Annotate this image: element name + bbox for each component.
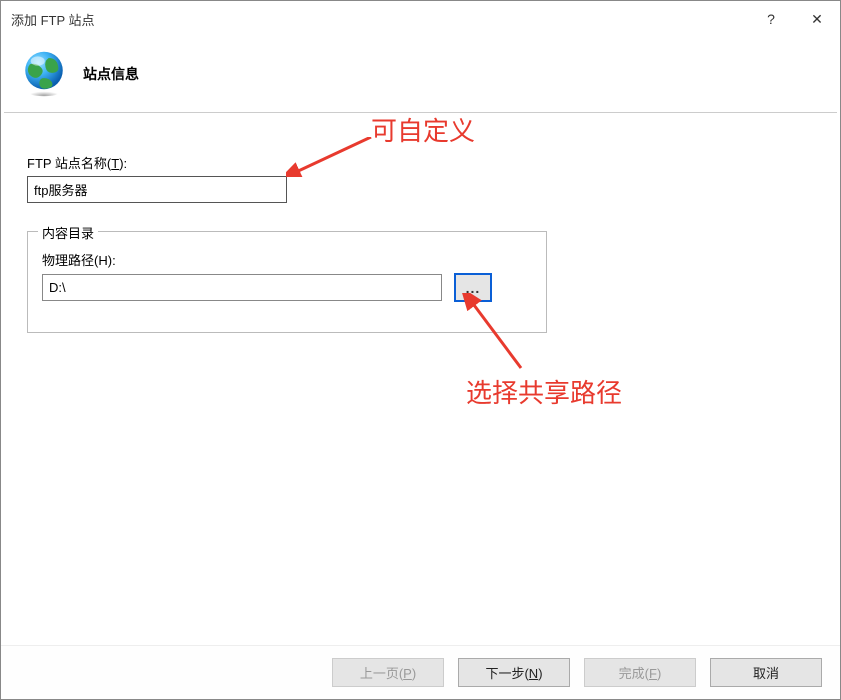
dialog-heading: 站点信息	[83, 64, 139, 84]
next-btn-shortcut: N	[529, 666, 538, 681]
content-directory-fieldset: 内容目录 物理路径(H): ...	[27, 231, 547, 333]
finish-button: 完成(F)	[584, 658, 696, 687]
next-btn-prefix: 下一步(	[485, 666, 528, 681]
annotation-choose-path: 选择共享路径	[466, 373, 622, 410]
physical-path-label-prefix: 物理路径(	[42, 253, 98, 268]
physical-path-label-suffix: ):	[108, 253, 116, 268]
globe-icon	[19, 47, 69, 100]
dialog-footer: 上一页(P) 下一步(N) 完成(F) 取消	[1, 645, 840, 699]
physical-path-label: 物理路径(H):	[42, 250, 532, 269]
prev-btn-shortcut: P	[403, 666, 412, 681]
dialog-header: 站点信息	[1, 37, 840, 112]
site-name-label-suffix: ):	[119, 156, 127, 171]
physical-path-row: ...	[42, 273, 532, 302]
titlebar: 添加 FTP 站点 ? ✕	[1, 1, 840, 37]
titlebar-controls: ? ✕	[748, 1, 840, 37]
prev-btn-suffix: )	[412, 666, 416, 681]
finish-btn-prefix: 完成(	[619, 666, 649, 681]
site-name-label: FTP 站点名称(T):	[27, 153, 814, 172]
help-button[interactable]: ?	[748, 4, 794, 34]
next-btn-suffix: )	[538, 666, 542, 681]
site-name-label-prefix: FTP 站点名称(	[27, 156, 111, 171]
site-name-input[interactable]	[27, 176, 287, 203]
dialog-window: 添加 FTP 站点 ? ✕	[0, 0, 841, 700]
browse-button[interactable]: ...	[454, 273, 492, 302]
content-directory-legend: 内容目录	[38, 223, 98, 242]
annotation-customizable: 可自定义	[371, 111, 475, 148]
cancel-button[interactable]: 取消	[710, 658, 822, 687]
physical-path-label-shortcut: H	[98, 253, 107, 268]
window-title: 添加 FTP 站点	[11, 10, 95, 29]
dialog-content: FTP 站点名称(T): 内容目录 物理路径(H): ... 可自定义 选择共享	[1, 113, 840, 645]
next-button[interactable]: 下一步(N)	[458, 658, 570, 687]
prev-btn-prefix: 上一页(	[360, 666, 403, 681]
close-button[interactable]: ✕	[794, 4, 840, 34]
physical-path-input[interactable]	[42, 274, 442, 301]
finish-btn-shortcut: F	[649, 666, 657, 681]
previous-button: 上一页(P)	[332, 658, 444, 687]
finish-btn-suffix: )	[657, 666, 661, 681]
